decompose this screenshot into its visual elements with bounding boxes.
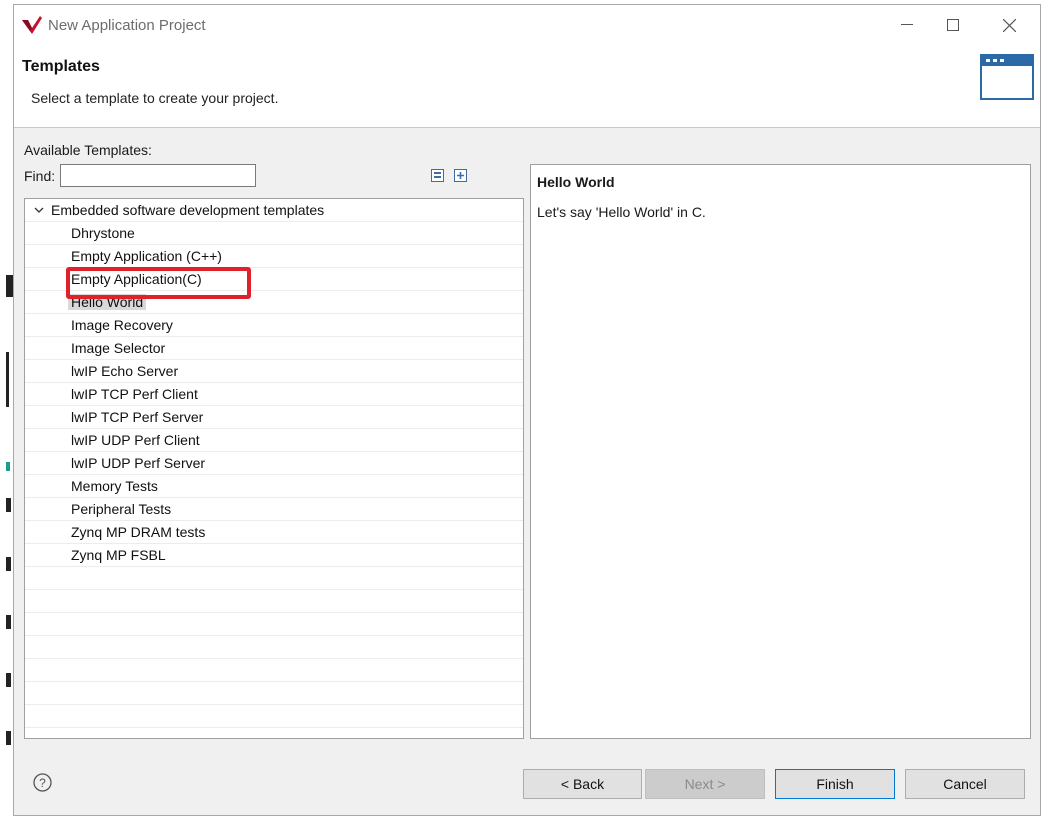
tree-parent-embedded-templates[interactable]: Embedded software development templates (25, 199, 523, 222)
cancel-button[interactable]: Cancel (905, 769, 1025, 799)
tree-empty-row (25, 705, 523, 728)
new-application-dialog: New Application Project Templates Select… (13, 4, 1041, 816)
maximize-icon (947, 19, 959, 31)
tree-item-label: lwIP UDP Perf Client (71, 432, 200, 448)
find-input[interactable] (60, 164, 256, 187)
chevron-down-icon[interactable] (33, 204, 45, 216)
tree-item-lwip-tcp-perf-client[interactable]: lwIP TCP Perf Client (25, 383, 523, 406)
close-button[interactable] (986, 9, 1032, 41)
description-body: Let's say 'Hello World' in C. (537, 204, 706, 220)
tree-item-image-selector[interactable]: Image Selector (25, 337, 523, 360)
tree-empty-row (25, 659, 523, 682)
page-title: Templates (22, 58, 100, 75)
tree-empty-row (25, 567, 523, 590)
tree-item-label: Image Selector (71, 340, 166, 356)
description-title: Hello World (537, 174, 615, 190)
tree-item-zynq-mp-fsbl[interactable]: Zynq MP FSBL (25, 544, 523, 567)
page-description: Select a template to create your project… (31, 90, 279, 106)
application-window-icon (980, 54, 1034, 100)
tree-item-lwip-udp-perf-client[interactable]: lwIP UDP Perf Client (25, 429, 523, 452)
background-window (0, 0, 14, 824)
available-templates-label: Available Templates: (24, 142, 152, 158)
tree-item-lwip-tcp-perf-server[interactable]: lwIP TCP Perf Server (25, 406, 523, 429)
tree-item-label: Empty Application (C++) (71, 248, 222, 264)
tree-item-memory-tests[interactable]: Memory Tests (25, 475, 523, 498)
back-button[interactable]: < Back (523, 769, 642, 799)
help-icon[interactable]: ? (33, 773, 52, 792)
tree-parent-label: Embedded software development templates (51, 202, 325, 218)
tree-empty-row (25, 590, 523, 613)
tree-item-empty-application-cpp[interactable]: Empty Application (C++) (25, 245, 523, 268)
tree-item-peripheral-tests[interactable]: Peripheral Tests (25, 498, 523, 521)
wizard-header: Templates Select a template to create yo… (14, 45, 1040, 128)
maximize-button[interactable] (930, 9, 976, 41)
tree-item-label: Memory Tests (71, 478, 158, 494)
tree-item-label: lwIP Echo Server (71, 363, 179, 379)
finish-button[interactable]: Finish (775, 769, 895, 799)
close-icon (1002, 18, 1016, 32)
annotation-highlight-box (66, 267, 251, 299)
tree-item-lwip-echo-server[interactable]: lwIP Echo Server (25, 360, 523, 383)
find-label: Find: (24, 168, 56, 184)
minimize-button[interactable] (884, 9, 930, 41)
tree-item-label: lwIP TCP Perf Client (71, 386, 198, 402)
vitis-logo-icon (22, 16, 42, 34)
tree-item-label: Image Recovery (71, 317, 173, 333)
svg-text:?: ? (39, 776, 46, 790)
tree-item-label: lwIP TCP Perf Server (71, 409, 204, 425)
template-description-panel: Hello World Let's say 'Hello World' in C… (530, 164, 1031, 739)
tree-empty-row (25, 636, 523, 659)
tree-item-zynq-mp-dram-tests[interactable]: Zynq MP DRAM tests (25, 521, 523, 544)
tree-item-label: lwIP UDP Perf Server (71, 455, 206, 471)
tree-empty-row (25, 682, 523, 705)
tree-item-image-recovery[interactable]: Image Recovery (25, 314, 523, 337)
window-title: New Application Project (48, 17, 206, 34)
tree-item-label: Zynq MP FSBL (71, 547, 166, 563)
next-button[interactable]: Next > (645, 769, 765, 799)
tree-item-dhrystone[interactable]: Dhrystone (25, 222, 523, 245)
tree-empty-row (25, 613, 523, 636)
tree-item-label: Peripheral Tests (71, 501, 172, 517)
expand-all-icon[interactable] (454, 169, 467, 182)
tree-item-label: Zynq MP DRAM tests (71, 524, 206, 540)
title-bar: New Application Project (14, 5, 1040, 45)
tree-item-lwip-udp-perf-server[interactable]: lwIP UDP Perf Server (25, 452, 523, 475)
tree-item-label: Dhrystone (71, 225, 135, 241)
minimize-icon (901, 24, 913, 25)
collapse-all-icon[interactable] (431, 169, 444, 182)
